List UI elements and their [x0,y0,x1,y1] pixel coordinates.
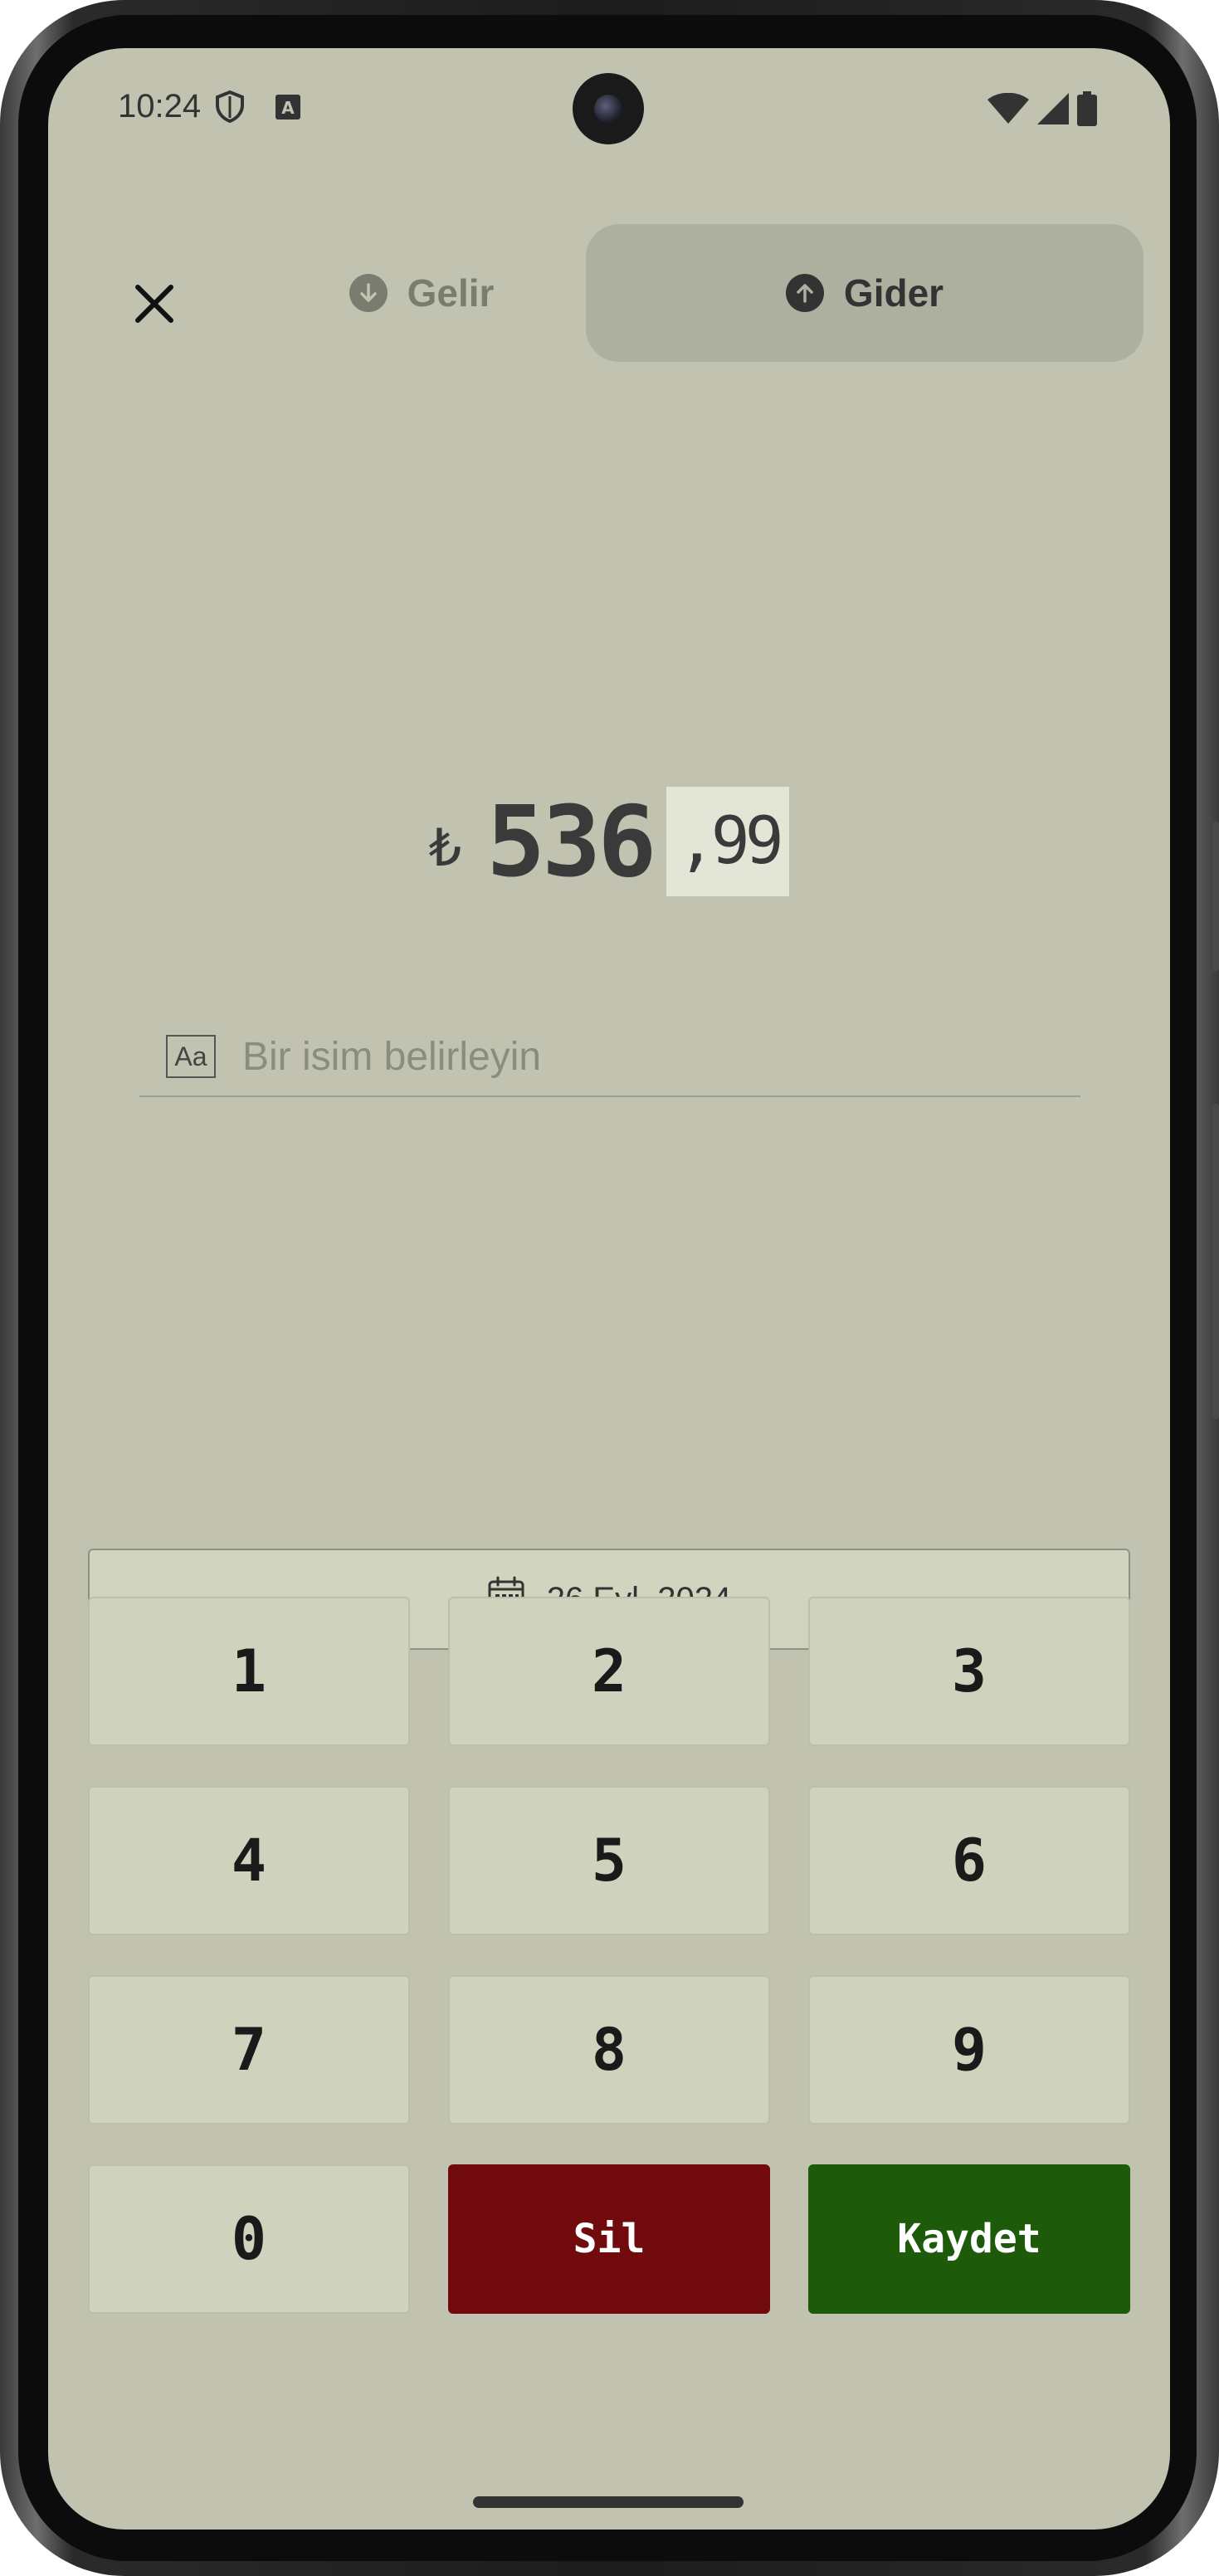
key-9[interactable]: 9 [808,1975,1130,2125]
currency-symbol: ₺ [428,817,462,878]
key-4[interactable]: 4 [88,1786,410,1935]
tab-income-label: Gelir [407,271,495,315]
delete-button[interactable]: Sil [448,2164,770,2314]
close-button[interactable] [115,266,194,345]
front-camera [573,73,644,144]
key-8[interactable]: 8 [448,1975,770,2125]
amount-integer[interactable]: 536 [486,784,656,899]
amount-decimal[interactable]: ,99 [666,787,790,896]
power-button [1212,1104,1219,1419]
save-button[interactable]: Kaydet [808,2164,1130,2314]
text-format-icon: Aa [166,1035,216,1078]
shield-icon [214,90,246,127]
font-badge-icon: A [275,95,300,124]
volume-button [1212,822,1219,971]
svg-text:A: A [281,98,295,118]
home-indicator[interactable] [473,2496,744,2508]
tab-expense-label: Gider [843,271,944,315]
key-5[interactable]: 5 [448,1786,770,1935]
key-1[interactable]: 1 [88,1597,410,1746]
key-7[interactable]: 7 [88,1975,410,2125]
status-bar: 10:24 A [48,48,1170,173]
name-input[interactable]: Aa Bir isim belirleyin [139,1017,1080,1097]
arrow-up-circle-icon [785,274,824,312]
close-icon [134,283,175,329]
key-0[interactable]: 0 [88,2164,410,2314]
wifi-icon [987,92,1029,129]
key-3[interactable]: 3 [808,1597,1130,1746]
tab-income[interactable]: Gelir [247,224,596,362]
cellular-icon [1037,93,1069,129]
tab-expense[interactable]: Gider [586,224,1143,362]
status-time: 10:24 [118,88,202,124]
arrow-down-circle-icon [349,274,388,312]
amount-display[interactable]: ₺ 536 ,99 [48,783,1170,900]
name-input-placeholder: Bir isim belirleyin [242,1034,542,1079]
key-6[interactable]: 6 [808,1786,1130,1935]
key-2[interactable]: 2 [448,1597,770,1746]
screen: 10:24 A Gelir Gider ₺ 536 ,99 Aa Bir isi… [48,48,1170,2530]
battery-icon [1077,91,1097,130]
